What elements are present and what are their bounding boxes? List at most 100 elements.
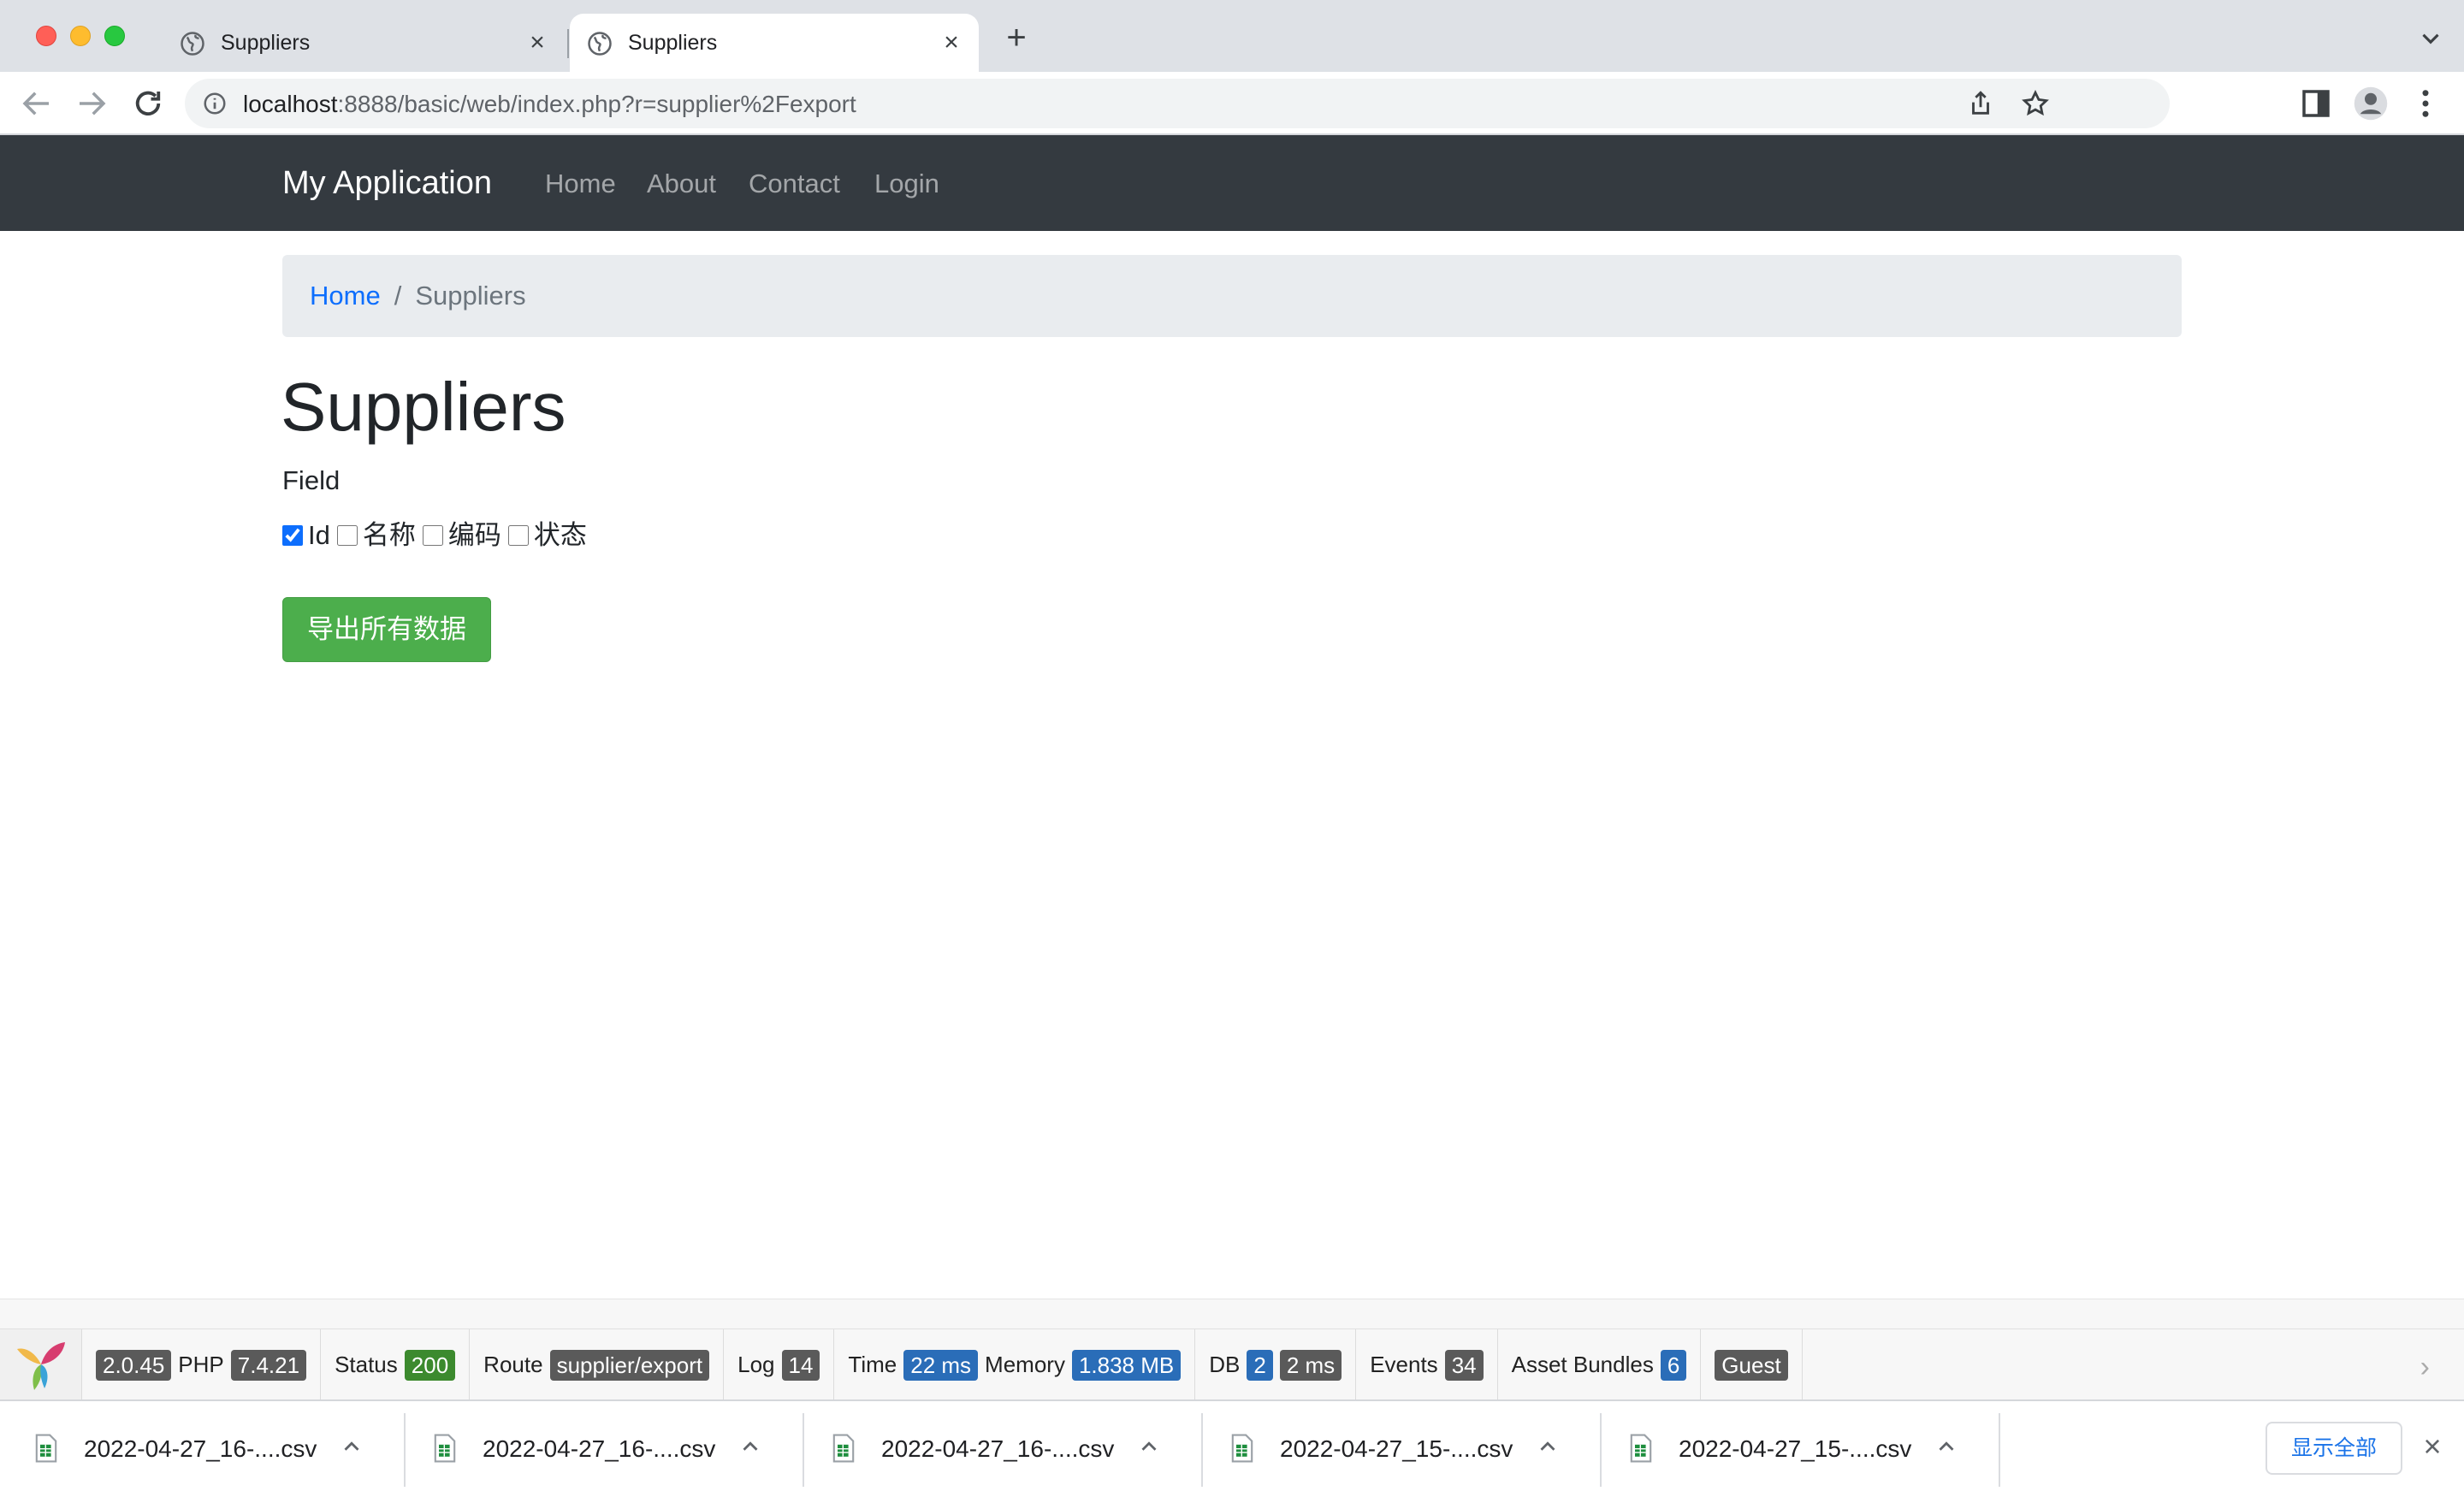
url-path: :8888/basic/web/index.php?r=supplier%2Fe…	[337, 91, 856, 117]
debug-events-block[interactable]: Events 34	[1356, 1328, 1498, 1401]
debug-route-block[interactable]: Route supplier/export	[470, 1328, 725, 1401]
breadcrumb-home-link[interactable]: Home	[310, 281, 381, 311]
download-item[interactable]: 2022-04-27_16-....csv	[0, 1401, 399, 1497]
debug-log-block[interactable]: Log 14	[724, 1328, 835, 1401]
yii-version-badge: 2.0.45	[96, 1349, 172, 1381]
events-badge: 34	[1444, 1349, 1484, 1381]
field-checkbox-group: Id 名称 编码 状态	[282, 518, 594, 553]
url-host: localhost	[243, 91, 338, 117]
download-filename: 2022-04-27_16-....csv	[881, 1435, 1115, 1462]
field-option-id[interactable]: Id	[282, 518, 330, 553]
debug-version-block[interactable]: 2.0.45 PHP 7.4.21	[82, 1328, 322, 1401]
more-menu-icon[interactable]	[2408, 86, 2443, 121]
globe-icon	[181, 32, 204, 56]
field-checkbox-name[interactable]	[336, 525, 358, 546]
asset-bundles-label: Asset Bundles	[1511, 1352, 1654, 1377]
address-bar[interactable]: localhost:8888/basic/web/index.php?r=sup…	[185, 79, 2170, 128]
csv-file-icon	[1231, 1434, 1253, 1463]
csv-file-icon	[832, 1434, 855, 1463]
window-minimize-button[interactable]	[70, 26, 91, 46]
window-close-button[interactable]	[36, 26, 56, 46]
share-icon[interactable]	[1966, 89, 1995, 118]
side-panel-icon[interactable]	[2298, 86, 2334, 121]
url-text[interactable]: localhost:8888/basic/web/index.php?r=sup…	[243, 90, 856, 119]
nav-contact[interactable]: Contact	[749, 168, 840, 200]
download-item[interactable]: 2022-04-27_16-....csv	[399, 1401, 797, 1497]
browser-tab-2[interactable]: Suppliers ×	[570, 14, 979, 72]
field-option-label: Id	[308, 520, 330, 550]
yii-logo-icon[interactable]	[0, 1328, 82, 1401]
nav-about[interactable]: About	[647, 168, 716, 200]
profile-avatar-icon[interactable]	[2353, 86, 2389, 121]
export-all-button[interactable]: 导出所有数据	[282, 597, 491, 662]
forward-arrow-icon[interactable]	[74, 86, 110, 121]
window-zoom-button[interactable]	[104, 26, 125, 46]
tab-title: Suppliers	[628, 31, 718, 55]
debug-user-block[interactable]: Guest	[1701, 1328, 1803, 1401]
show-all-downloads-button[interactable]: 显示全部	[2266, 1422, 2402, 1475]
browser-toolbar: localhost:8888/basic/web/index.php?r=sup…	[0, 72, 2464, 135]
time-label: Time	[848, 1352, 897, 1377]
download-item[interactable]: 2022-04-27_16-....csv	[797, 1401, 1196, 1497]
debug-toolbar-collapse-icon[interactable]: ›	[2420, 1351, 2430, 1384]
download-separator	[1999, 1413, 2000, 1487]
download-filename: 2022-04-27_16-....csv	[84, 1435, 317, 1462]
field-option-label: 状态	[533, 520, 587, 550]
bookmark-star-icon[interactable]	[2021, 89, 2050, 118]
download-shelf: 2022-04-27_16-....csv 2022-04-27_16-....…	[0, 1399, 2464, 1497]
nav-login[interactable]: Login	[874, 168, 939, 200]
debug-status-block[interactable]: Status 200	[321, 1328, 471, 1401]
app-brand[interactable]: My Application	[282, 163, 492, 203]
php-label: PHP	[178, 1352, 224, 1377]
memory-label: Memory	[985, 1352, 1065, 1377]
field-checkbox-code[interactable]	[422, 525, 443, 546]
memory-badge: 1.838 MB	[1071, 1349, 1182, 1381]
debug-assets-block[interactable]: Asset Bundles 6	[1498, 1328, 1702, 1401]
close-download-shelf-icon[interactable]: ×	[2418, 1431, 2447, 1462]
new-tab-button[interactable]: +	[999, 21, 1034, 56]
field-option-status[interactable]: 状态	[507, 518, 587, 553]
yii-logo-mark	[16, 1341, 65, 1390]
route-label: Route	[483, 1352, 543, 1377]
field-option-label: 名称	[362, 520, 416, 550]
route-badge: supplier/export	[549, 1349, 710, 1381]
download-filename: 2022-04-27_15-....csv	[1280, 1435, 1513, 1462]
download-item[interactable]: 2022-04-27_15-....csv	[1196, 1401, 1595, 1497]
chevron-up-icon[interactable]	[737, 1434, 763, 1459]
field-option-label: 编码	[447, 520, 501, 550]
nav-home[interactable]: Home	[545, 168, 616, 200]
db-time-badge: 2 ms	[1279, 1349, 1342, 1381]
download-filename: 2022-04-27_16-....csv	[483, 1435, 716, 1462]
debug-db-block[interactable]: DB 2 2 ms	[1195, 1328, 1357, 1401]
browser-tab-strip: Suppliers × Suppliers × +	[0, 0, 2464, 72]
close-tab-icon[interactable]: ×	[520, 26, 554, 60]
csv-file-icon	[1630, 1434, 1652, 1463]
chevron-up-icon[interactable]	[1136, 1434, 1162, 1459]
close-tab-icon[interactable]: ×	[934, 26, 968, 60]
chevron-up-icon[interactable]	[1535, 1434, 1561, 1459]
field-checkbox-status[interactable]	[507, 525, 529, 546]
yii-debug-toolbar: 2.0.45 PHP 7.4.21 Status 200 Route suppl…	[0, 1299, 2464, 1401]
debug-profiling-block[interactable]: Time 22 ms Memory 1.838 MB	[834, 1328, 1196, 1401]
back-arrow-icon[interactable]	[19, 86, 55, 121]
breadcrumb-separator: /	[394, 281, 402, 311]
csv-file-icon	[35, 1434, 57, 1463]
page-title: Suppliers	[281, 369, 566, 445]
field-checkbox-id[interactable]	[282, 525, 303, 546]
browser-tab-1[interactable]: Suppliers ×	[163, 14, 565, 72]
chevron-down-icon[interactable]	[2416, 24, 2445, 53]
chevron-up-icon[interactable]	[1934, 1434, 1959, 1459]
field-option-code[interactable]: 编码	[422, 518, 501, 553]
debug-toolbar-bar: 2.0.45 PHP 7.4.21 Status 200 Route suppl…	[0, 1328, 2464, 1401]
time-badge: 22 ms	[903, 1349, 979, 1381]
reload-icon[interactable]	[130, 86, 166, 121]
globe-icon	[588, 32, 612, 56]
download-filename: 2022-04-27_15-....csv	[1679, 1435, 1912, 1462]
db-queries-badge: 2	[1247, 1349, 1273, 1381]
breadcrumb: Home / Suppliers	[282, 255, 2182, 337]
download-item[interactable]: 2022-04-27_15-....csv	[1595, 1401, 1993, 1497]
app-navbar: My Application Home About Contact Login	[0, 135, 2464, 231]
field-option-name[interactable]: 名称	[336, 518, 416, 553]
info-icon[interactable]	[202, 91, 228, 116]
chevron-up-icon[interactable]	[339, 1434, 364, 1459]
